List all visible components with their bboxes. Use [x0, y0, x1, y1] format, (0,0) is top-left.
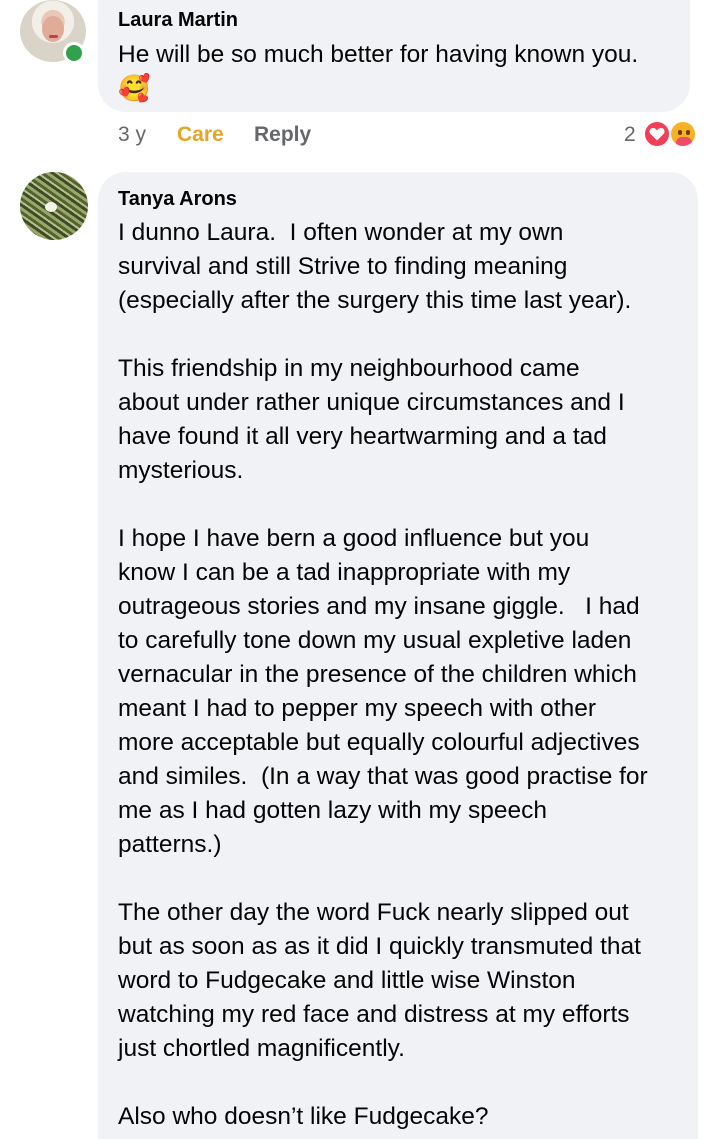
comment-timestamp[interactable]: 3 y — [118, 120, 146, 150]
heart-icon[interactable] — [643, 120, 671, 148]
care-icon-eye — [678, 130, 682, 135]
smiling-face-with-hearts-emoji: 🥰 — [118, 73, 151, 103]
comment-text: I dunno Laura. I often wonder at my own … — [118, 219, 648, 1130]
care-reaction-button[interactable]: Care — [177, 120, 224, 150]
comment-bubble: Tanya Arons I dunno Laura. I often wonde… — [98, 172, 698, 1139]
comment-author[interactable]: Laura Martin — [118, 9, 238, 32]
care-icon-heart — [676, 137, 692, 146]
avatar-detail — [45, 202, 57, 212]
avatar-face — [42, 16, 64, 42]
comment-author[interactable]: Tanya Arons — [118, 188, 237, 211]
comment-text: He will be so much better for having kno… — [118, 41, 639, 68]
reply-button[interactable]: Reply — [254, 120, 311, 150]
avatar-tanya-arons[interactable] — [20, 172, 88, 240]
care-icon[interactable] — [669, 120, 697, 148]
reaction-count[interactable]: 2 — [624, 120, 636, 150]
comment-bubble: Laura Martin He will be so much better f… — [98, 0, 690, 112]
online-status-icon — [63, 42, 85, 64]
avatar-lips — [49, 35, 58, 38]
heart-icon-shape — [649, 128, 665, 141]
care-icon-eye — [686, 130, 690, 135]
